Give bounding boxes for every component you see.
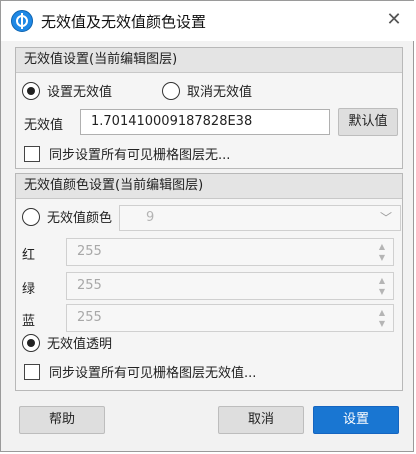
blue-label: 蓝 (22, 314, 36, 329)
help-button[interactable]: 帮助 (19, 406, 105, 434)
close-icon[interactable]: ✕ (383, 9, 405, 31)
green-label: 绿 (22, 282, 36, 297)
chevron-down-icon: ﹀ (379, 211, 392, 225)
spin-arrows-icon[interactable]: ▲ ▼ (377, 241, 387, 263)
spin-arrows-icon[interactable]: ▲ ▼ (377, 275, 387, 297)
radio-invalid-transparent[interactable]: 无效值透明 (22, 333, 112, 352)
radio-label: 无效值颜色 (47, 211, 113, 226)
red-label: 红 (22, 248, 36, 263)
red-spinbox[interactable]: 255 ▲ ▼ (66, 238, 394, 266)
checkbox-icon (24, 145, 40, 162)
red-value: 255 (77, 244, 102, 259)
radio-dot-icon (22, 81, 40, 100)
spin-arrows-icon[interactable]: ▲ ▼ (377, 307, 387, 329)
default-value-button[interactable]: 默认值 (338, 108, 398, 136)
radio-label: 取消无效值 (187, 85, 253, 100)
green-value: 255 (77, 278, 102, 293)
invalid-color-group: 无效值颜色设置(当前编辑图层) 无效值颜色 9 ﹀ 红 255 ▲ ▼ 绿 255… (15, 173, 403, 391)
dialog-title: 无效值及无效值颜色设置 (41, 13, 207, 31)
radio-cancel-invalid[interactable]: 取消无效值 (162, 81, 252, 100)
invalid-value-group: 无效值设置(当前编辑图层) 设置无效值 取消无效值 无效值 1.70141000… (15, 47, 403, 169)
checkbox-label: 同步设置所有可见栅格图层无效值... (49, 366, 257, 381)
app-logo-icon (11, 10, 33, 32)
radio-dot-icon (22, 207, 40, 226)
ok-button[interactable]: 设置 (313, 406, 399, 434)
color-select-value: 9 (146, 210, 155, 225)
invalid-value-label: 无效值 (24, 118, 64, 133)
color-select[interactable]: 9 ﹀ (119, 205, 401, 231)
radio-invalid-color[interactable]: 无效值颜色 (22, 207, 112, 226)
blue-spinbox[interactable]: 255 ▲ ▼ (66, 304, 394, 332)
group-header: 无效值设置(当前编辑图层) (16, 48, 402, 73)
radio-label: 无效值透明 (47, 337, 113, 352)
radio-dot-icon (22, 333, 40, 352)
group-header: 无效值颜色设置(当前编辑图层) (16, 174, 402, 199)
sync-invalid-checkbox[interactable]: 同步设置所有可见栅格图层无... (24, 144, 230, 163)
invalid-value-input[interactable]: 1.701410009187828E38 (80, 109, 330, 135)
cancel-button[interactable]: 取消 (218, 406, 304, 434)
green-spinbox[interactable]: 255 ▲ ▼ (66, 272, 394, 300)
checkbox-label: 同步设置所有可见栅格图层无... (49, 148, 231, 163)
radio-dot-icon (162, 81, 180, 100)
sync-color-checkbox[interactable]: 同步设置所有可见栅格图层无效值... (24, 362, 256, 381)
title-bar: 无效值及无效值颜色设置 ✕ (1, 1, 415, 41)
blue-value: 255 (77, 310, 102, 325)
radio-label: 设置无效值 (47, 85, 113, 100)
radio-set-invalid[interactable]: 设置无效值 (22, 81, 112, 100)
dialog: 无效值及无效值颜色设置 ✕ 无效值设置(当前编辑图层) 设置无效值 取消无效值 … (0, 0, 415, 452)
checkbox-icon (24, 363, 40, 380)
